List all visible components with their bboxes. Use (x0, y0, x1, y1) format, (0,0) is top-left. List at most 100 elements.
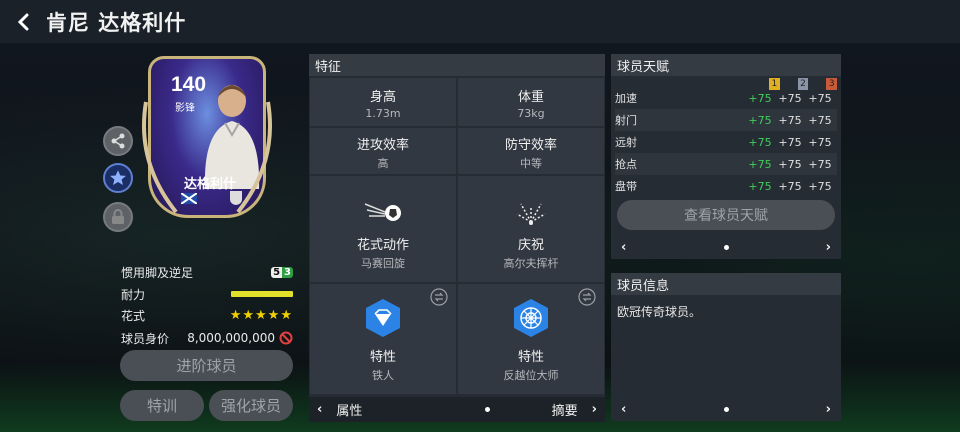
talent-row: 射门 +75 +75 +75 (615, 109, 837, 131)
skill-move-cell[interactable]: 花式动作 马赛回旋 (310, 176, 456, 282)
pager-next-button[interactable]: 摘要 › (552, 400, 597, 419)
ball-kick-icon (364, 203, 401, 221)
player-info-title: 球员信息 (611, 273, 841, 295)
talent-row-v1: +75 (748, 157, 772, 171)
player-info-panel: 球员信息 欧冠传奇球员。 ‹ › (611, 273, 841, 421)
enhance-player-button[interactable]: 强化球员 (209, 390, 293, 421)
foot-value-left: 5 (271, 266, 283, 278)
share-icon (111, 133, 125, 149)
value-label: 球员身价 (121, 331, 170, 346)
stamina-label: 耐力 (121, 287, 146, 302)
trait2-cell[interactable]: 特性 反越位大师 (458, 284, 604, 394)
talent-row-label: 远射 (615, 136, 637, 149)
talent-row: 加速 +75 +75 +75 (615, 87, 837, 109)
advance-player-button[interactable]: 进阶球员 (120, 350, 293, 381)
player-info-pager: ‹ › (611, 397, 841, 421)
star-icon (110, 170, 126, 186)
swap-icon[interactable] (578, 288, 596, 306)
train-button[interactable]: 特训 (120, 390, 204, 421)
page-title: 肯尼 达格利什 (46, 10, 187, 35)
foot-label: 惯用脚及逆足 (121, 265, 194, 280)
player-info-text: 欧冠传奇球员。 (617, 305, 702, 319)
swap-icon[interactable] (430, 288, 448, 306)
trait2-label: 特性 (517, 350, 544, 365)
skill-row: 花式 ★★★★★ (121, 305, 293, 325)
trait2-value: 反越位大师 (503, 369, 559, 382)
defense-cell: 防守效率 中等 (458, 128, 604, 174)
top-bar: 肯尼 达格利什 (0, 0, 960, 43)
weight-cell: 体重 73kg (458, 78, 604, 126)
chevron-left-icon (17, 13, 29, 30)
traits-pager: ‹ 属性 摘要 › (309, 397, 605, 422)
pager-next-label: 摘要 (551, 404, 578, 419)
talent-row-v3: +75 (808, 113, 832, 127)
foot-value: 5 3 (271, 266, 293, 278)
pager-dot (484, 407, 490, 412)
value-row: 球员身价 8,000,000,000 (121, 328, 293, 348)
height-label: 身高 (369, 90, 396, 105)
value-amount-wrap: 8,000,000,000 (187, 331, 293, 345)
skill-move-label: 花式动作 (356, 238, 409, 253)
trait1-cell[interactable]: 特性 铁人 (310, 284, 456, 394)
talent-row-v1: +75 (748, 91, 772, 105)
lock-button[interactable] (103, 202, 133, 232)
talent-row-v1: +75 (748, 135, 772, 149)
web-badge-icon (514, 299, 548, 337)
chevron-left-icon: ‹ (317, 402, 323, 417)
share-button[interactable] (103, 126, 133, 156)
attack-value: 高 (377, 157, 389, 170)
height-value: 1.73m (365, 107, 401, 120)
foot-value-right: 3 (282, 266, 293, 278)
traits-panel: 特征 身高 1.73m 体重 73kg 进攻效率 高 防守效率 中等 花式动作 … (309, 54, 605, 422)
talent-row-v2: +75 (778, 157, 802, 171)
weight-value: 73kg (517, 107, 545, 120)
stamina-row: 耐力 (121, 284, 293, 304)
celebration-label: 庆祝 (517, 238, 544, 253)
trait1-label: 特性 (369, 350, 396, 365)
diamond-badge-icon (366, 299, 400, 337)
talent-row-v1: +75 (748, 113, 772, 127)
pager-dot (723, 244, 729, 250)
talent-row-v1: +75 (748, 179, 772, 193)
chevron-left-icon[interactable]: ‹ (621, 402, 626, 417)
stamina-bar (231, 291, 293, 297)
talent-title: 球员天赋 (611, 54, 841, 76)
back-button[interactable] (6, 0, 42, 43)
talent-row-label: 抢点 (615, 158, 637, 171)
pager-prev-button[interactable]: ‹ 属性 (317, 400, 362, 419)
talent-row: 抢点 +75 +75 +75 (615, 153, 837, 175)
traits-title: 特征 (309, 54, 605, 76)
chevron-right-icon[interactable]: › (826, 402, 831, 417)
talent-row-v2: +75 (778, 91, 802, 105)
talent-row-v2: +75 (778, 179, 802, 193)
chevron-left-icon[interactable]: ‹ (621, 240, 626, 255)
foot-row: 惯用脚及逆足 5 3 (121, 262, 293, 282)
attack-cell: 进攻效率 高 (310, 128, 456, 174)
talent-row-v2: +75 (778, 135, 802, 149)
talent-row-v3: +75 (808, 179, 832, 193)
height-cell: 身高 1.73m (310, 78, 456, 126)
pager-dot (723, 406, 729, 412)
attack-label: 进攻效率 (356, 138, 409, 153)
skill-move-value: 马赛回旋 (361, 257, 405, 270)
talent-row-v2: +75 (778, 113, 802, 127)
forbid-icon (279, 331, 293, 345)
talent-row-v3: +75 (808, 135, 832, 149)
chevron-right-icon[interactable]: › (826, 240, 831, 255)
view-talent-button[interactable]: 查看球员天赋 (617, 200, 835, 230)
value-amount: 8,000,000,000 (187, 331, 275, 345)
laurel-frame-icon (142, 101, 272, 214)
celebration-icon (516, 203, 546, 225)
talent-row-label: 盘带 (615, 180, 637, 193)
favorite-button[interactable] (103, 163, 133, 193)
talent-row-label: 射门 (615, 114, 637, 127)
celebration-cell[interactable]: 庆祝 高尔夫挥杆 (458, 176, 604, 282)
pager-prev-label: 属性 (336, 404, 363, 419)
chevron-right-icon: › (591, 402, 597, 417)
talent-pager: ‹ › (611, 235, 841, 259)
talent-row-label: 加速 (615, 92, 637, 105)
player-card[interactable]: 140 影锋 达格利什 (136, 52, 278, 224)
defense-value: 中等 (520, 157, 542, 170)
lock-icon (112, 209, 124, 224)
talent-panel: 球员天赋 1 2 3 加速 +75 +75 +75 射门 +75 +75 +75… (611, 54, 841, 259)
